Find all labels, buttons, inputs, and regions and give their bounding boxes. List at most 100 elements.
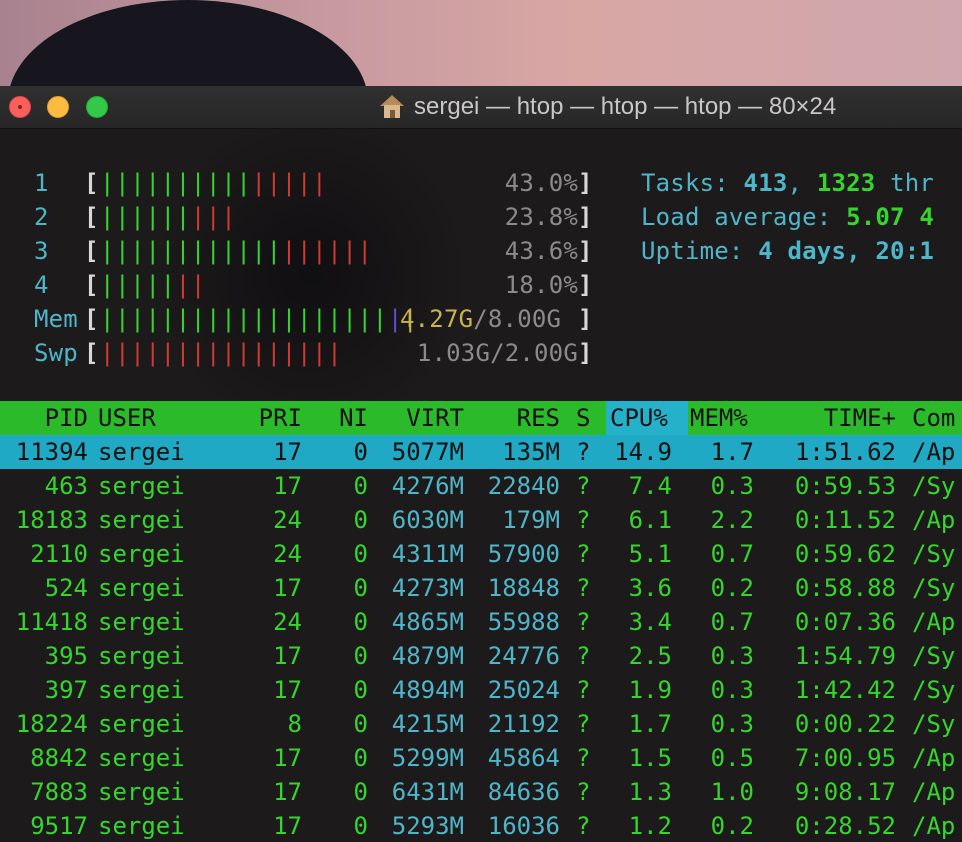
- column-header-state[interactable]: S: [576, 401, 590, 435]
- res-cell: 179M: [502, 506, 560, 534]
- column-header-res[interactable]: RES: [496, 401, 560, 435]
- process-row[interactable]: 8842 sergei 17 0 5299M 45864? 1.5 0.5 7:00.95/Ap: [0, 741, 962, 775]
- process-row[interactable]: 397 sergei 17 0 4894M 25024? 1.9 0.3 1:42.42/Sy: [0, 673, 962, 707]
- close-button[interactable]: [9, 96, 31, 118]
- state-cell: ?: [576, 438, 591, 466]
- nice-cell: 0: [353, 506, 368, 534]
- state-cell: ?: [576, 710, 591, 738]
- mem-cell: 2.2: [710, 506, 754, 534]
- time-cell: 1:42.42: [794, 676, 896, 704]
- virt-cell: 5077M: [391, 438, 464, 466]
- threads-label: thr: [875, 169, 935, 197]
- res-cell: 84636: [487, 778, 560, 806]
- column-header-time[interactable]: TIME+: [770, 401, 896, 435]
- column-header-command[interactable]: Com: [912, 401, 955, 435]
- virt-cell: 5299M: [391, 744, 464, 772]
- cpu-usage-bar: |||||||||||||||: [100, 166, 327, 200]
- command-cell: /Ap: [912, 506, 956, 534]
- minimize-button[interactable]: [47, 96, 69, 118]
- cpu-cell: 1.2: [628, 812, 672, 840]
- process-row[interactable]: 463 sergei 17 0 4276M 22840? 7.4 0.3 0:59.53/Sy: [0, 469, 962, 503]
- process-row[interactable]: 2110 sergei 24 0 4311M 57900? 5.1 0.7 0:59.62/Sy: [0, 537, 962, 571]
- window-titlebar[interactable]: sergei — htop — htop — htop — 80×24: [0, 86, 962, 129]
- nice-cell: 0: [353, 744, 368, 772]
- user-cell: sergei: [98, 574, 185, 602]
- cpu-cell: 1.9: [628, 676, 672, 704]
- nice-cell: 0: [353, 812, 368, 840]
- cpu-usage-bar: |||||||: [100, 268, 206, 302]
- cpu-user-bars: ||||||||||: [100, 169, 252, 197]
- mem-cell: 1.0: [710, 778, 754, 806]
- priority-cell: 17: [273, 574, 302, 602]
- meter-close-bracket: ]: [578, 305, 593, 333]
- column-header-ni[interactable]: NI: [336, 401, 368, 435]
- column-header-user[interactable]: USER: [98, 401, 156, 435]
- virt-cell: 5293M: [391, 812, 464, 840]
- zoom-button[interactable]: [86, 96, 108, 118]
- nice-cell: 0: [353, 472, 368, 500]
- command-cell: /Ap: [912, 744, 956, 772]
- user-cell: sergei: [98, 608, 185, 636]
- state-cell: ?: [576, 506, 591, 534]
- res-cell: 16036: [487, 812, 560, 840]
- process-row[interactable]: 524 sergei 17 0 4273M 18848? 3.6 0.2 0:58.88/Sy: [0, 571, 962, 605]
- cpu-cell: 3.4: [628, 608, 672, 636]
- command-cell: /Ap: [912, 812, 956, 840]
- cpu-meter-label: 4: [34, 271, 49, 299]
- cpu-meter-label: 1: [34, 169, 49, 197]
- process-row[interactable]: 18224 sergei 8 0 4215M 21192? 1.7 0.3 0:00.22/Sy: [0, 707, 962, 741]
- cpu-meter-2: 2[||||||||| 23.8%]: [0, 200, 600, 234]
- column-header-virt[interactable]: VIRT: [386, 401, 464, 435]
- column-header-cpu-sorted[interactable]: CPU%: [606, 401, 688, 435]
- time-cell: 0:07.36: [794, 608, 896, 636]
- mem-cell: 1.7: [710, 438, 754, 466]
- pid-cell: 18224: [15, 710, 88, 738]
- meter-close-bracket: ]: [578, 169, 593, 197]
- home-folder-icon: [380, 95, 404, 119]
- uptime: Uptime: 4 days, 20:1: [641, 234, 934, 268]
- mem-cell: 0.7: [710, 608, 754, 636]
- pid-cell: 8842: [30, 744, 88, 772]
- process-row[interactable]: 9517 sergei 17 0 5293M 16036? 1.2 0.2 0:28.52/Ap: [0, 809, 962, 842]
- column-header-mem[interactable]: MEM%: [690, 401, 748, 435]
- priority-cell: 17: [273, 812, 302, 840]
- load-value: 5.07 4: [846, 203, 934, 231]
- meter-open-bracket: [: [84, 203, 99, 231]
- cpu-meter-3: 3[|||||||||||||||||| 43.6%]: [0, 234, 600, 268]
- nice-cell: 0: [353, 642, 368, 670]
- cpu-cell: 6.1: [628, 506, 672, 534]
- terminal-view[interactable]: 1[||||||||||||||| 43.0%] 2[||||||||| 23.8%]…: [0, 129, 962, 842]
- process-row[interactable]: 395 sergei 17 0 4879M 24776? 2.5 0.3 1:54.79/Sy: [0, 639, 962, 673]
- pid-cell: 11418: [15, 608, 88, 636]
- process-row[interactable]: 7883 sergei 17 0 6431M 84636? 1.3 1.0 9:08.17/Ap: [0, 775, 962, 809]
- mem-total-value: /8.00G: [473, 305, 562, 333]
- priority-cell: 17: [273, 642, 302, 670]
- virt-cell: 4273M: [391, 574, 464, 602]
- time-cell: 1:51.62: [794, 438, 896, 466]
- process-row[interactable]: 18183 sergei 24 0 6030M 179M? 6.1 2.2 0:11.52/Ap: [0, 503, 962, 537]
- cpu-meter-4: 4[||||||| 18.0%]: [0, 268, 600, 302]
- mem-cell: 0.3: [710, 710, 754, 738]
- process-row-selected[interactable]: 11394 sergei 17 0 5077M 135M? 14.9 1.7 1:51.62/A…: [0, 435, 962, 469]
- res-cell: 24776: [487, 642, 560, 670]
- res-cell: 25024: [487, 676, 560, 704]
- tasks-separator: ,: [787, 169, 817, 197]
- nice-cell: 0: [353, 438, 368, 466]
- virt-cell: 4894M: [391, 676, 464, 704]
- priority-cell: 17: [273, 472, 302, 500]
- cpu-meter-value: 23.8%: [504, 203, 578, 231]
- column-header-pid[interactable]: PID: [0, 401, 88, 435]
- process-row[interactable]: 11418 sergei 24 0 4865M 55988? 3.4 0.7 0:07.36/A…: [0, 605, 962, 639]
- mem-cell: 0.3: [710, 676, 754, 704]
- virt-cell: 4865M: [391, 608, 464, 636]
- time-cell: 0:59.62: [794, 540, 896, 568]
- cpu-cell: 1.5: [628, 744, 672, 772]
- column-header-pri[interactable]: PRI: [258, 401, 302, 435]
- state-cell: ?: [576, 676, 591, 704]
- command-cell: /Sy: [912, 710, 956, 738]
- nice-cell: 0: [353, 608, 368, 636]
- cpu-cell: 3.6: [628, 574, 672, 602]
- pid-cell: 395: [44, 642, 88, 670]
- virt-cell: 6431M: [391, 778, 464, 806]
- command-cell: /Ap: [912, 438, 956, 466]
